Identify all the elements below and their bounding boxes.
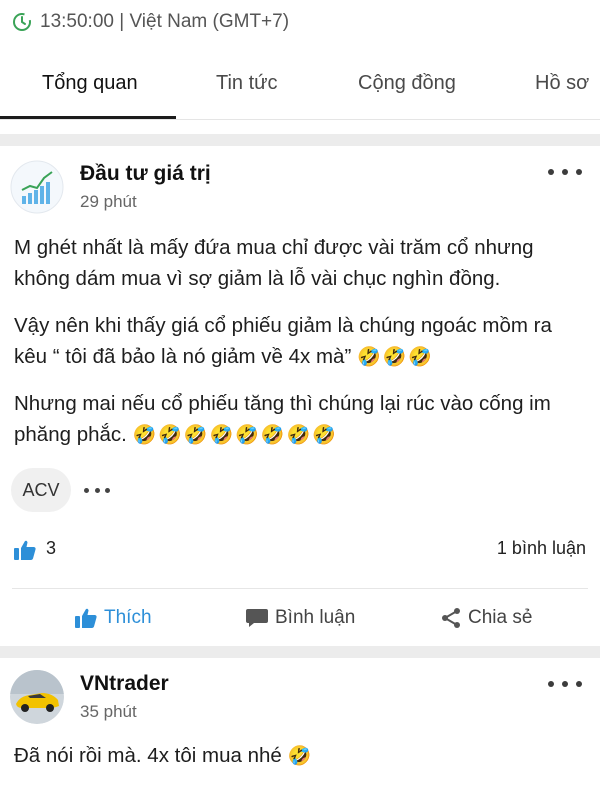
tab-overview[interactable]: Tổng quan: [42, 72, 138, 95]
chart-avatar-icon: [10, 160, 64, 214]
clock-icon: [13, 13, 31, 31]
post-paragraph: Vậy nên khi thấy giá cổ phiếu giảm là ch…: [14, 314, 552, 368]
stock-tag-chip[interactable]: ACV: [11, 468, 71, 512]
row-divider: [12, 588, 588, 589]
avatar[interactable]: [10, 670, 64, 724]
laughing-emoji: 🤣🤣🤣: [357, 347, 434, 368]
tab-community[interactable]: Cộng đồng: [358, 72, 456, 95]
status-time-text: 13:50:00 | Việt Nam (GMT+7): [40, 11, 290, 32]
post-card: VNtrader 35 phút Đã nói rồi mà. 4x tôi m…: [0, 658, 600, 800]
more-options-button[interactable]: [548, 164, 582, 180]
main-tabs: Tổng quan Tin tức Cộng đồng Hồ sơ: [0, 58, 600, 120]
post-paragraph: Đã nói rồi mà. 4x tôi mua nhé 🤣: [14, 744, 314, 767]
post-card: Đầu tư giá trị 29 phút M ghét nhất là mấ…: [0, 146, 600, 646]
comment-button[interactable]: Bình luận: [245, 598, 355, 638]
post-time: 29 phút: [80, 192, 137, 211]
reaction-summary: 3 1 bình luận: [0, 536, 600, 566]
post-author[interactable]: Đầu tư giá trị: [80, 162, 211, 186]
section-separator: [0, 134, 600, 146]
post-author[interactable]: VNtrader: [80, 672, 169, 696]
like-count: 3: [46, 538, 57, 558]
status-bar: 13:50:00 | Việt Nam (GMT+7): [0, 0, 600, 44]
share-button[interactable]: Chia sẻ: [440, 598, 532, 638]
more-icon: [548, 681, 554, 687]
avatar[interactable]: [10, 160, 64, 214]
laughing-emoji: 🤣🤣🤣🤣🤣🤣🤣🤣: [132, 425, 338, 446]
comment-count[interactable]: 1 bình luận: [497, 538, 586, 559]
car-avatar-icon: [10, 670, 64, 724]
post-actions: Thích Bình luận Chia sẻ: [0, 598, 600, 638]
tabs-divider: [0, 119, 600, 120]
section-separator: [0, 646, 600, 658]
post-time: 35 phút: [80, 702, 137, 721]
thumbs-up-icon: [14, 540, 36, 560]
post-paragraph: Nhưng mai nếu cổ phiếu tăng thì chúng lạ…: [14, 392, 551, 446]
more-icon: [548, 169, 554, 175]
tag-more-button[interactable]: [84, 488, 110, 494]
like-button[interactable]: Thích: [74, 598, 152, 638]
tab-profile[interactable]: Hồ sơ: [535, 72, 589, 95]
post-paragraph: M ghét nhất là mấy đứa mua chỉ được vài …: [14, 236, 534, 290]
more-options-button[interactable]: [548, 676, 582, 692]
tab-news[interactable]: Tin tức: [216, 72, 278, 95]
laughing-emoji: 🤣: [287, 746, 314, 767]
thumbs-up-icon: [75, 608, 97, 628]
share-icon: [442, 608, 460, 628]
comment-icon: [246, 609, 268, 627]
